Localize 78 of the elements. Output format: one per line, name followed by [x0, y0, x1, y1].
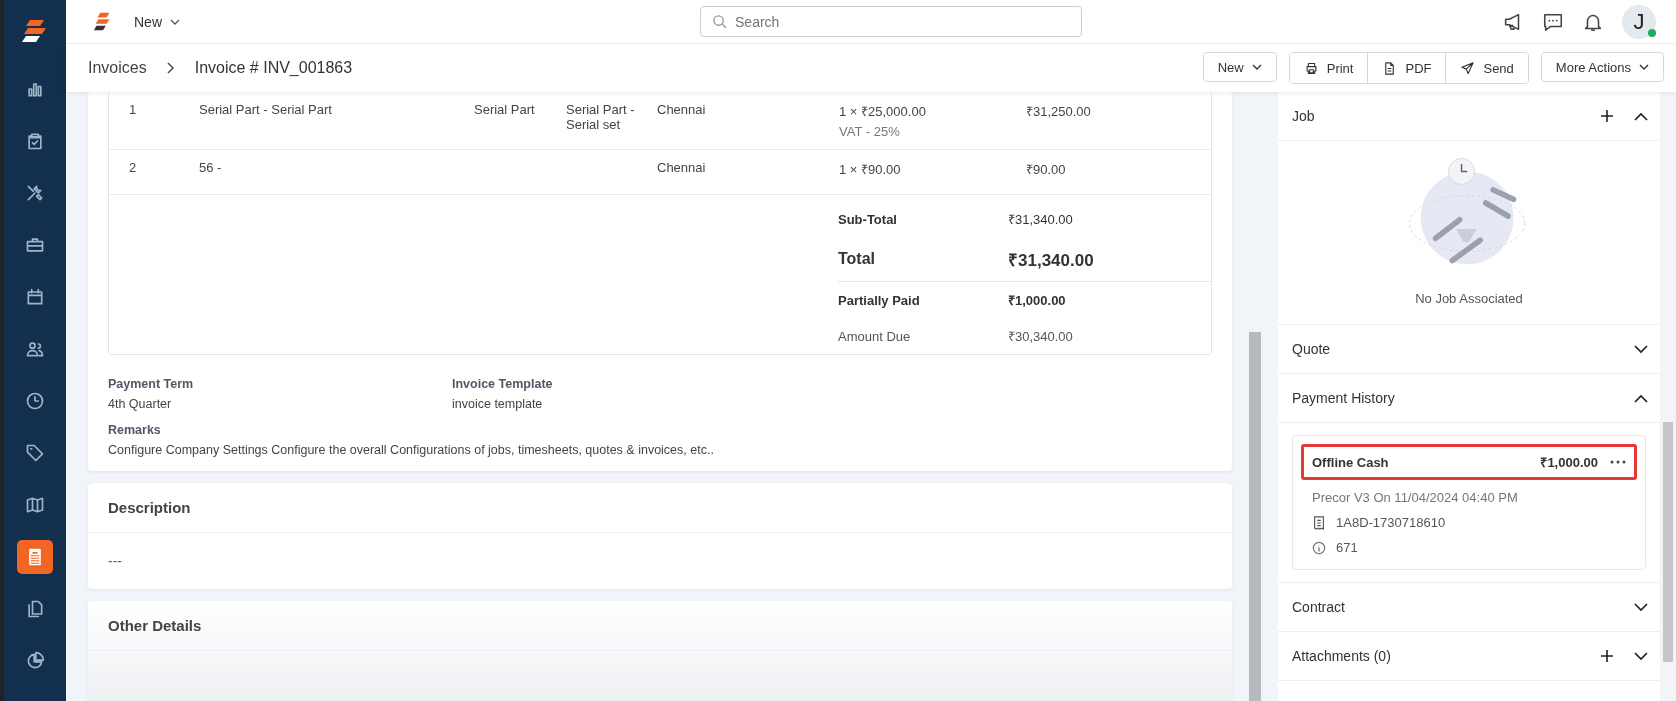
- table-cell-text: 1 × ₹90.00: [839, 161, 902, 178]
- plus-icon[interactable]: [1600, 649, 1614, 663]
- documents-icon: [25, 599, 45, 619]
- sidebar-item[interactable]: [17, 540, 53, 574]
- payment-meta: Precor V3 On 11/04/2024 04:40 PM: [1311, 490, 1519, 505]
- chevron-down-icon[interactable]: [1634, 344, 1648, 354]
- field-label: Remarks: [108, 423, 162, 437]
- total-label: Amount Due: [838, 328, 912, 344]
- section-header[interactable]: Contract: [1278, 583, 1660, 631]
- section-header[interactable]: Job: [1278, 92, 1660, 140]
- new-button[interactable]: New: [1202, 52, 1277, 82]
- action-button[interactable]: Send: [1445, 53, 1528, 83]
- total-label: Partially Paid: [838, 292, 921, 308]
- more-icon[interactable]: [1610, 460, 1626, 464]
- printer-icon: [1303, 60, 1319, 76]
- table-cell-text: Serial Part - Serial Part: [199, 102, 333, 117]
- field-label: Invoice Template: [452, 377, 554, 391]
- field-label: Payment Term: [108, 377, 195, 391]
- table-cell: Serial Part - Serial set: [566, 102, 635, 132]
- pie-icon: [25, 651, 45, 671]
- more-actions-button[interactable]: More Actions: [1540, 52, 1664, 82]
- total-value: ₹31,340.00: [1008, 249, 1095, 271]
- search-icon: [712, 14, 727, 29]
- new-menu[interactable]: New: [134, 13, 180, 30]
- info-icon: [1312, 540, 1326, 555]
- payment-row[interactable]: Offline Cash ₹1,000.00: [1301, 444, 1637, 480]
- page-title: Invoice # INV_001863: [194, 59, 353, 77]
- total-value: ₹30,340.00: [1008, 328, 1074, 345]
- breadcrumb-link[interactable]: Invoices: [88, 59, 147, 77]
- table-cell-text: Chennai: [657, 102, 707, 117]
- field-value: invoice template: [452, 397, 544, 411]
- chevron-down-icon: [1251, 64, 1262, 70]
- receipt-icon: [1312, 515, 1326, 530]
- briefcase-icon: [25, 235, 45, 255]
- table-cell-text: 1: [129, 102, 138, 117]
- empty-state-text: No Job Associated: [1415, 291, 1523, 306]
- chevron-down-icon[interactable]: [1634, 602, 1648, 612]
- table-cell-text: ₹31,250.00: [1026, 103, 1092, 120]
- payment-note: 671: [1336, 540, 1358, 555]
- table-cell: Serial Part: [474, 102, 535, 117]
- search-field[interactable]: Search: [700, 6, 1082, 37]
- section-title: Other Details: [108, 617, 202, 634]
- chevron-up-icon[interactable]: [1634, 393, 1648, 403]
- section-header[interactable]: Attachments (0): [1278, 632, 1660, 680]
- map-icon: [25, 495, 45, 515]
- total-label: Total: [838, 250, 877, 268]
- table-cell-text: 2: [129, 160, 138, 175]
- clipboard-icon: [25, 131, 45, 151]
- chevron-down-icon[interactable]: [1634, 651, 1648, 661]
- table-cell-text: 1 × ₹25,000.00: [839, 103, 927, 120]
- section-header[interactable]: Quote: [1278, 325, 1660, 373]
- table-cell-text: 56 -: [199, 160, 223, 175]
- tag-icon: [25, 443, 45, 463]
- scrollbar-thumb[interactable]: [1249, 332, 1261, 701]
- total-value: ₹1,000.00: [1008, 292, 1067, 309]
- description-text: ---: [108, 553, 122, 569]
- scrollbar-thumb[interactable]: [1663, 422, 1673, 662]
- clock-icon: [25, 391, 45, 411]
- payment-reference: 1A8D-1730718610: [1336, 515, 1446, 530]
- table-cell-text: ₹90.00: [1026, 161, 1067, 178]
- chevron-right-icon: [166, 62, 175, 74]
- tax-label: VAT - 25%: [839, 124, 901, 139]
- section-title: Description: [108, 499, 191, 516]
- total-value: ₹31,340.00: [1008, 211, 1074, 228]
- tools-icon: [25, 183, 45, 203]
- section-header[interactable]: Payment History: [1278, 374, 1660, 422]
- plus-icon[interactable]: [1600, 109, 1614, 123]
- table-cell-text: Chennai: [657, 160, 707, 175]
- send-icon: [1460, 60, 1476, 76]
- field-value: 4th Quarter: [108, 397, 173, 411]
- total-label: Sub-Total: [838, 211, 898, 227]
- chevron-down-icon: [1639, 64, 1649, 70]
- chevron-down-icon: [170, 18, 180, 25]
- avatar[interactable]: J: [1622, 4, 1656, 39]
- users-icon: [25, 339, 45, 359]
- chevron-up-icon[interactable]: [1634, 111, 1648, 121]
- calendar-icon: [25, 287, 45, 307]
- remarks-text: Configure Company Settings Configure the overall Configurations of jobs, timesheets, quotes & invoices, etc..: [108, 443, 715, 457]
